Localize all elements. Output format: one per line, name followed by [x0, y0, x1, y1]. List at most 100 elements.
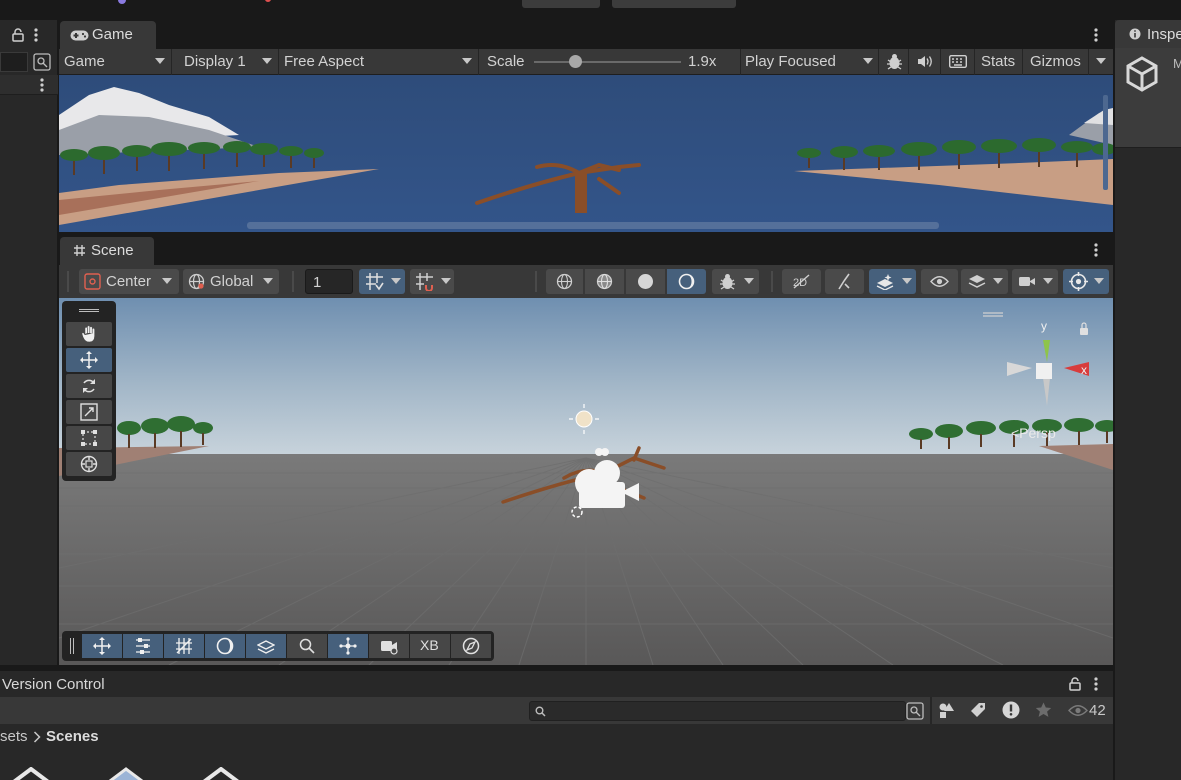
search-window-icon[interactable] [33, 53, 51, 71]
game-panel-menu-icon[interactable] [1094, 28, 1098, 42]
mute-audio-button[interactable] [909, 49, 941, 75]
gamepad-icon [70, 30, 89, 41]
tab-inspector[interactable]: Inspe [1115, 20, 1181, 48]
toolbar-grip[interactable] [67, 271, 69, 292]
game-viewport[interactable] [59, 75, 1113, 232]
scene-overlay-toolbar: XB [62, 631, 494, 661]
hand-icon [81, 325, 98, 343]
lock-icon[interactable] [12, 28, 24, 42]
scene-options-icon[interactable] [40, 78, 44, 92]
tab-game[interactable]: Game [60, 21, 156, 49]
hand-tool-button[interactable] [66, 322, 112, 346]
aspect-dropdown[interactable]: Free Aspect [279, 49, 479, 75]
visibility-count: 42 [1089, 702, 1106, 719]
shaded-wireframe-button[interactable] [585, 269, 624, 294]
transform-combined-icon [80, 455, 98, 473]
overlay-grip[interactable] [70, 638, 74, 654]
display-label: Display 1 [184, 53, 246, 70]
scene-visibility-button[interactable] [921, 269, 958, 294]
video-camera-icon [1018, 275, 1036, 288]
overlay-grip[interactable] [79, 309, 99, 312]
space-dropdown[interactable]: Global [183, 269, 279, 294]
warning-filter-icon[interactable] [1002, 701, 1020, 719]
gizmos-dropdown-scene[interactable] [1063, 269, 1109, 294]
more-options-icon[interactable] [1094, 677, 1098, 691]
toggle-2d-button[interactable]: 2D [782, 269, 821, 294]
toggle-lighting-button[interactable] [825, 269, 864, 294]
scale-tool-button[interactable] [66, 400, 112, 424]
hidden-packages-eye-icon[interactable] [1068, 704, 1088, 717]
debug-draw-dropdown[interactable] [712, 269, 759, 294]
overlay-xb-button[interactable]: XB [410, 634, 450, 658]
gizmos-button[interactable]: Gizmos [1023, 49, 1089, 75]
scale-slider-track[interactable] [534, 61, 681, 63]
shaded-mode-button[interactable] [626, 269, 665, 294]
effects-dropdown[interactable] [869, 269, 916, 294]
unity-scene-asset-icon[interactable] [100, 767, 152, 780]
stats-button[interactable]: Stats [975, 49, 1023, 75]
game-mode-dropdown[interactable]: Game [59, 49, 172, 75]
filter-by-type-icon[interactable] [938, 702, 955, 719]
pivot-dropdown[interactable]: Center [79, 269, 179, 294]
lock-icon[interactable] [1069, 677, 1081, 691]
projection-label[interactable]: <Persp [1011, 425, 1056, 441]
breadcrumb-assets[interactable]: sets [0, 728, 28, 745]
breadcrumb: sets Scenes [0, 724, 1113, 750]
overlay-align-button[interactable] [123, 634, 163, 658]
wireframe-mode-button[interactable] [546, 269, 583, 294]
display-dropdown[interactable]: Display 1 [172, 49, 279, 75]
scene-viewport[interactable]: y x <Persp [59, 298, 1113, 665]
play-controls[interactable] [612, 0, 736, 8]
scale-value: 1.9x [688, 53, 717, 70]
camera-settings-dropdown[interactable] [1012, 269, 1058, 294]
filter-by-label-icon[interactable] [970, 702, 986, 718]
grid-snap-toggle[interactable] [359, 269, 405, 294]
tab-scene[interactable]: Scene [60, 237, 154, 265]
unity-scene-asset-icon[interactable] [5, 767, 57, 780]
snap-increment-input[interactable]: 1 [305, 269, 353, 294]
rect-tool-button[interactable] [66, 426, 112, 450]
unity-scene-asset-icon[interactable] [195, 767, 247, 780]
snap-increment-value: 1 [313, 274, 322, 291]
overlay-search-button[interactable] [287, 634, 327, 658]
overlay-move-button[interactable] [82, 634, 122, 658]
hierarchy-search-input[interactable] [0, 52, 28, 72]
move-tool-button[interactable] [66, 348, 112, 372]
overlay-camera-button[interactable] [369, 634, 409, 658]
transform-tool-button[interactable] [66, 452, 112, 476]
frame-debugger-button[interactable] [879, 49, 909, 75]
hierarchy-scene-row[interactable] [0, 75, 58, 95]
version-control-title[interactable]: Version Control [2, 676, 105, 693]
gizmos-dropdown[interactable] [1089, 49, 1113, 75]
scale-slider-thumb[interactable] [568, 55, 582, 68]
transform-tools-button[interactable] [522, 0, 600, 8]
more-options-icon[interactable] [34, 28, 38, 42]
shortcuts-button[interactable] [941, 49, 975, 75]
rotate-tool-button[interactable] [66, 374, 112, 398]
account-icon[interactable] [118, 0, 126, 4]
game-tab-label: Game [92, 26, 133, 43]
scene-panel-menu-icon[interactable] [1094, 243, 1098, 257]
meta-xr-icon[interactable] [265, 0, 271, 2]
orientation-gizmo[interactable]: y x [1004, 318, 1094, 438]
play-mode-dropdown[interactable]: Play Focused [741, 49, 879, 75]
scale-label: Scale [487, 53, 525, 70]
project-search-input[interactable] [529, 701, 906, 721]
separator [930, 697, 932, 724]
overlay-lighting-button[interactable] [205, 634, 245, 658]
unity-cube-icon [1125, 56, 1159, 92]
layers-dropdown[interactable] [961, 269, 1008, 294]
overlay-grid-button[interactable] [164, 634, 204, 658]
grid-snap-icon [365, 272, 384, 291]
favorite-star-icon[interactable] [1035, 702, 1052, 718]
overlay-compass-button[interactable] [451, 634, 491, 658]
align-sliders-icon [134, 637, 152, 655]
overlay-pivot-button[interactable] [328, 634, 368, 658]
overlay-layers-button[interactable] [246, 634, 286, 658]
unlit-mode-button[interactable] [667, 269, 706, 294]
breadcrumb-scenes[interactable]: Scenes [46, 728, 99, 745]
stacked-planes-icon [257, 637, 275, 655]
chevron-right-icon [33, 731, 41, 743]
grid-dropdown[interactable] [410, 269, 454, 294]
search-window-icon[interactable] [906, 702, 924, 720]
